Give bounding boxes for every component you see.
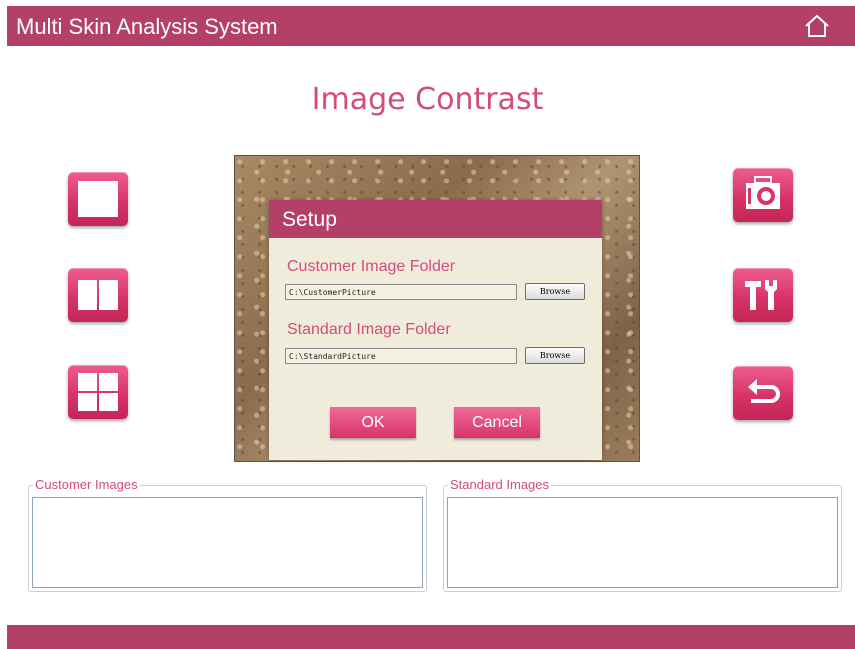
single-view-button[interactable] [68, 172, 128, 226]
title-bar: Multi Skin Analysis System [7, 6, 855, 46]
ok-button[interactable]: OK [330, 407, 416, 438]
standard-images-panel: Standard Images [443, 477, 842, 592]
two-pane-icon [78, 280, 118, 310]
camera-icon [746, 176, 780, 209]
setup-button[interactable] [733, 268, 793, 322]
standard-images-title: Standard Images [448, 477, 552, 492]
dialog-header: Setup [269, 200, 602, 238]
standard-folder-input[interactable]: C:\StandardPicture [285, 348, 517, 364]
page-title: Image Contrast [311, 82, 544, 117]
standard-browse-button[interactable]: Browse [525, 347, 585, 364]
customer-folder-input[interactable]: C:\CustomerPicture [285, 284, 517, 300]
customer-images-list[interactable] [32, 497, 423, 588]
customer-browse-button[interactable]: Browse [525, 283, 585, 300]
standard-images-list[interactable] [447, 497, 838, 588]
customer-folder-label: Customer Image Folder [287, 258, 456, 275]
dialog-title: Setup [282, 208, 337, 231]
cancel-button[interactable]: Cancel [454, 407, 540, 438]
four-pane-icon [78, 373, 118, 411]
footer-bar [7, 625, 855, 649]
customer-images-panel: Customer Images [28, 477, 427, 592]
return-icon [748, 379, 780, 403]
app-title: Multi Skin Analysis System [16, 14, 278, 39]
standard-folder-label: Standard Image Folder [287, 321, 451, 338]
single-pane-icon [78, 181, 118, 217]
capture-button[interactable] [733, 168, 793, 222]
customer-images-title: Customer Images [33, 477, 140, 492]
two-view-button[interactable] [68, 268, 128, 322]
setup-dialog: Setup Customer Image Folder C:\CustomerP… [269, 200, 602, 460]
back-button[interactable] [733, 366, 793, 420]
home-icon[interactable] [803, 12, 831, 40]
four-view-button[interactable] [68, 365, 128, 419]
tools-icon [745, 280, 777, 310]
